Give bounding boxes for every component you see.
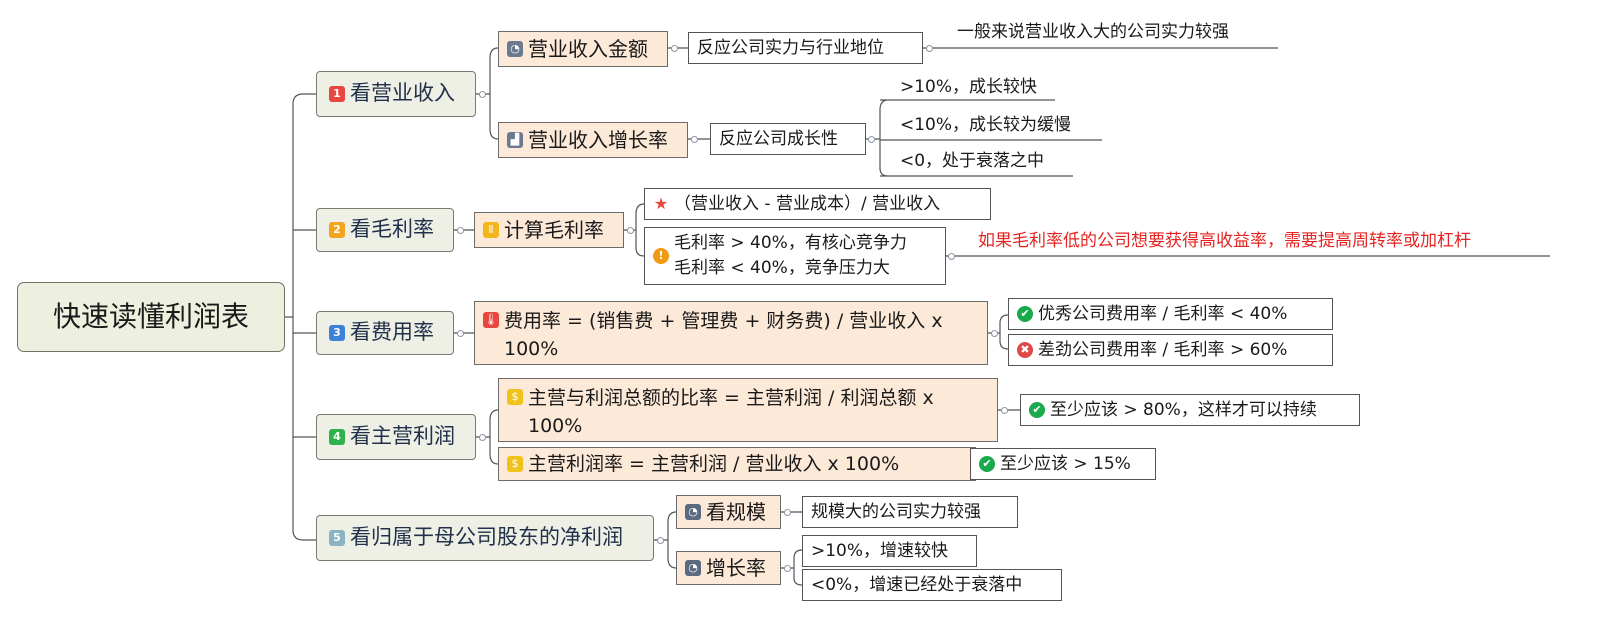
error-circle-icon: ✖ [1017,342,1033,358]
branch-1-label: 看营业收入 [350,81,455,106]
net-profit-growth-node[interactable]: ◔ 增长率 [676,551,781,585]
collapse-toggle[interactable] [784,509,791,516]
revenue-growth-node[interactable]: ▟ 营业收入增长率 [498,122,688,158]
branch-4[interactable]: 4 看主营利润 [316,414,476,460]
branch-4-label: 看主营利润 [350,424,455,449]
scale-node[interactable]: ◔ 看规模 [676,495,781,529]
branch-2-label: 看毛利率 [350,217,434,242]
collapse-toggle[interactable] [691,136,698,143]
branch-3-label: 看费用率 [350,320,434,345]
revenue-amount-desc-text: 反应公司实力与行业地位 [697,37,884,58]
main-profit-margin-note[interactable]: ✔ 至少应该 > 15% [970,448,1156,480]
scale-desc-text: 规模大的公司实力较强 [811,501,981,522]
growth-item-text: <0，处于衰落之中 [900,150,1045,171]
gross-margin-formula-text: （营业收入 - 营业成本）/ 营业收入 [674,193,941,214]
branch-5-label: 看归属于母公司股东的净利润 [350,525,623,550]
root-topic[interactable]: 快速读懂利润表 [17,282,285,352]
clock-icon: ◔ [685,560,701,576]
collapse-toggle[interactable] [671,45,678,52]
main-profit-ratio-note-text: 至少应该 > 80%，这样才可以持续 [1050,399,1317,420]
expense-ratio-good-text: 优秀公司费用率 / 毛利率 < 40% [1038,303,1288,324]
number-1-icon: 1 [329,86,345,102]
dollar-icon: $ [507,389,523,405]
collapse-toggle[interactable] [627,227,634,234]
dollar-icon: $ [507,456,523,472]
number-3-icon: 3 [329,325,345,341]
revenue-amount-note[interactable]: 一般来说营业收入大的公司实力较强 [955,18,1275,46]
net-profit-growth-item[interactable]: <0%，增速已经处于衰落中 [802,569,1062,601]
net-profit-growth-item[interactable]: >10%，增速较快 [802,535,977,567]
collapse-toggle[interactable] [991,330,998,337]
star-icon: ★ [653,193,669,213]
scale-desc[interactable]: 规模大的公司实力较强 [802,496,1018,528]
revenue-growth-label: 营业收入增长率 [528,128,668,152]
main-profit-margin-note-text: 至少应该 > 15% [1000,453,1131,474]
branch-5[interactable]: 5 看归属于母公司股东的净利润 [316,515,654,561]
main-profit-ratio-note[interactable]: ✔ 至少应该 > 80%，这样才可以持续 [1020,394,1360,426]
gross-margin-note-text: 如果毛利率低的公司想要获得高收益率，需要提高周转率或加杠杆 [978,230,1471,251]
net-profit-growth-label: 增长率 [706,556,766,580]
expense-ratio-formula-text: 费用率 = (销售费 + 管理费 + 财务费) / 营业收入 x 100% [504,310,943,360]
scale-label: 看规模 [706,500,766,524]
main-profit-margin-text: 主营利润率 = 主营利润 / 营业收入 x 100% [528,452,900,475]
branch-3[interactable]: 3 看费用率 [316,311,454,355]
growth-item[interactable]: <10%，成长较为缓慢 [898,112,1103,138]
branch-2[interactable]: 2 看毛利率 [316,208,454,252]
number-5-icon: 5 [329,530,345,546]
gross-margin-line-2: 毛利率 < 40%，竞争压力大 [674,258,890,278]
expense-ratio-bad-text: 差劲公司费用率 / 毛利率 > 60% [1038,339,1288,360]
main-profit-ratio-text: 主营与利润总额的比率 = 主营利润 / 利润总额 x 100% [528,387,934,437]
net-profit-growth-item-text: >10%，增速较快 [811,540,949,561]
pie-chart-icon: ◔ [507,41,523,57]
line-chart-icon: ▟ [507,132,523,148]
expense-ratio-formula[interactable]: 🌡 费用率 = (销售费 + 管理费 + 财务费) / 营业收入 x 100% [474,301,988,365]
check-circle-icon: ✔ [979,456,995,472]
check-circle-icon: ✔ [1017,306,1033,322]
collapse-toggle[interactable] [457,330,464,337]
gross-margin-note[interactable]: 如果毛利率低的公司想要获得高收益率，需要提高周转率或加杠杆 [976,228,1551,254]
collapse-toggle[interactable] [479,91,486,98]
collapse-toggle[interactable] [926,45,933,52]
gross-margin-formula[interactable]: ★ （营业收入 - 营业成本）/ 营业收入 [644,188,991,220]
net-profit-growth-item-text: <0%，增速已经处于衰落中 [811,574,1023,595]
gross-margin-line-1: 毛利率 > 40%，有核心竞争力 [674,233,907,254]
growth-item-text: >10%，成长较快 [900,76,1038,97]
collapse-toggle[interactable] [868,136,875,143]
main-profit-ratio[interactable]: $ 主营与利润总额的比率 = 主营利润 / 利润总额 x 100% [498,378,998,442]
collapse-toggle[interactable] [1001,407,1008,414]
revenue-amount-node[interactable]: ◔ 营业收入金额 [498,31,668,67]
warning-icon: ! [653,248,669,264]
root-label: 快速读懂利润表 [52,299,249,333]
expense-ratio-bad[interactable]: ✖ 差劲公司费用率 / 毛利率 > 60% [1008,334,1333,366]
revenue-amount-note-text: 一般来说营业收入大的公司实力较强 [957,21,1229,42]
gross-margin-judgement[interactable]: ! 毛利率 > 40%，有核心竞争力 毛利率 < 40%，竞争压力大 [644,227,946,285]
collapse-toggle[interactable] [457,227,464,234]
collapse-toggle[interactable] [657,537,664,544]
calc-gross-margin-label: 计算毛利率 [504,218,604,242]
revenue-amount-label: 营业收入金额 [528,37,648,61]
collapse-toggle[interactable] [784,565,791,572]
clock-icon: ◔ [685,504,701,520]
revenue-growth-desc-text: 反应公司成长性 [719,128,838,149]
growth-item-text: <10%，成长较为缓慢 [900,114,1072,135]
number-4-icon: 4 [329,429,345,445]
check-circle-icon: ✔ [1029,402,1045,418]
expense-ratio-good[interactable]: ✔ 优秀公司费用率 / 毛利率 < 40% [1008,298,1333,330]
revenue-growth-desc[interactable]: 反应公司成长性 [710,123,866,155]
revenue-amount-desc[interactable]: 反应公司实力与行业地位 [688,32,923,64]
thermometer-icon: 🌡 [483,312,499,328]
growth-item[interactable]: <0，处于衰落之中 [898,148,1073,174]
medal-icon: Ⅱ [483,222,499,238]
calc-gross-margin-node[interactable]: Ⅱ 计算毛利率 [474,212,624,248]
main-profit-margin[interactable]: $ 主营利润率 = 主营利润 / 营业收入 x 100% [498,447,976,481]
growth-item[interactable]: >10%，成长较快 [898,74,1058,100]
branch-1[interactable]: 1 看营业收入 [316,71,476,117]
collapse-toggle[interactable] [948,253,955,260]
collapse-toggle[interactable] [479,434,486,441]
number-2-icon: 2 [329,222,345,238]
